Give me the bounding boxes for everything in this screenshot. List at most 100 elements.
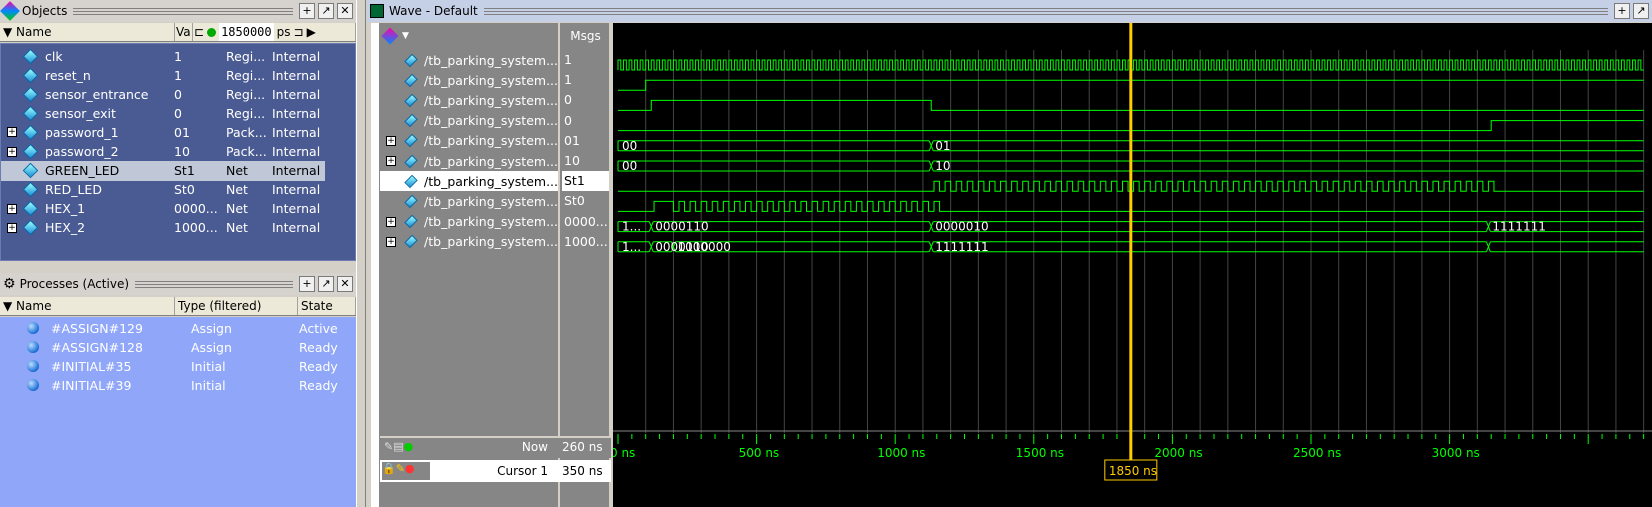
add-wave-icon[interactable] xyxy=(381,27,399,45)
axis-tick-label: 500 ns xyxy=(739,446,780,460)
object-row[interactable]: + password_1 01 Pack... Internal xyxy=(1,122,325,142)
wave-signal-row[interactable]: /tb_parking_system... xyxy=(380,111,558,131)
gear-icon: ⚙ xyxy=(3,276,16,292)
undock-icon[interactable]: ↗ xyxy=(318,3,334,19)
signal-path: /tb_parking_system... xyxy=(424,113,558,129)
drag-grip[interactable] xyxy=(135,280,293,288)
object-name: sensor_entrance xyxy=(45,86,149,102)
expand-icon[interactable]: + xyxy=(386,216,396,227)
object-name: password_1 xyxy=(45,124,119,140)
play-icon[interactable]: ▶ xyxy=(307,23,316,41)
expand-icon[interactable]: + xyxy=(7,203,17,214)
signal-icon xyxy=(404,53,418,67)
close-icon[interactable]: ✕ xyxy=(337,3,353,19)
wave-signal-row[interactable]: + /tb_parking_system... xyxy=(380,232,558,252)
object-row[interactable]: + HEX_1 0000... Net Internal xyxy=(1,199,325,219)
col-name[interactable]: ▼ Name xyxy=(0,23,175,41)
expand-icon[interactable]: + xyxy=(386,236,396,247)
process-row[interactable]: #INITIAL#39 Initial Ready xyxy=(1,375,351,395)
process-state: Active xyxy=(299,320,338,336)
object-scope: Internal xyxy=(272,201,321,217)
object-kind: Net xyxy=(226,163,248,179)
col-state[interactable]: State xyxy=(298,297,356,315)
time-unit[interactable]: ps xyxy=(277,23,291,41)
col-type[interactable]: Type (filtered) xyxy=(175,297,298,315)
wave-signal-row[interactable]: /tb_parking_system... xyxy=(380,50,558,70)
splitter[interactable] xyxy=(356,0,366,507)
process-name: #ASSIGN#128 xyxy=(51,339,143,355)
bus-value: 0000110 xyxy=(655,220,708,234)
object-row[interactable]: reset_n 1 Regi... Internal xyxy=(1,65,325,85)
process-type: Assign xyxy=(191,320,232,336)
undock-icon[interactable]: ↗ xyxy=(1633,3,1649,19)
object-scope: Internal xyxy=(272,67,321,83)
signal-path: /tb_parking_system... xyxy=(424,52,558,68)
drag-grip[interactable] xyxy=(73,7,293,15)
waveform-canvas[interactable]: 00 0100 101... 0000110 0000010 11111111... 000… xyxy=(613,23,1652,507)
msgs-header: Msgs xyxy=(570,29,601,43)
wave-signal-row[interactable]: /tb_parking_system... xyxy=(380,171,558,192)
wave-signal-row[interactable]: /tb_parking_system... xyxy=(380,90,558,110)
step-back-icon[interactable]: ⊏ xyxy=(194,23,204,41)
bus-transition xyxy=(648,241,654,252)
close-icon[interactable]: ✕ xyxy=(337,276,353,292)
object-name: sensor_exit xyxy=(45,105,116,121)
process-name: #ASSIGN#129 xyxy=(51,320,143,336)
object-value: 1 xyxy=(174,48,182,64)
process-row[interactable]: #ASSIGN#128 Assign Ready xyxy=(1,337,351,357)
drag-grip[interactable] xyxy=(483,7,1609,15)
cursor-label[interactable]: Cursor 1 xyxy=(380,464,548,478)
wave-signal-row[interactable]: /tb_parking_system... xyxy=(380,70,558,90)
object-kind: Regi... xyxy=(226,48,266,64)
add-icon[interactable]: + xyxy=(299,276,315,292)
signal-icon xyxy=(404,154,418,168)
object-value: 01 xyxy=(174,124,190,140)
object-row[interactable]: GREEN_LED St1 Net Internal xyxy=(1,160,325,181)
process-row[interactable]: #ASSIGN#129 Assign Active xyxy=(1,318,351,338)
process-type: Initial xyxy=(191,377,226,393)
object-kind: Regi... xyxy=(226,86,266,102)
process-icon xyxy=(27,379,39,391)
undock-icon[interactable]: ↗ xyxy=(318,276,334,292)
expand-icon[interactable]: + xyxy=(7,146,17,157)
signal-icon xyxy=(22,162,39,179)
wave-signal-row[interactable]: + /tb_parking_system... xyxy=(380,131,558,151)
expand-icon[interactable]: + xyxy=(386,156,396,166)
time-input[interactable]: 1850000 xyxy=(219,23,274,41)
object-row[interactable]: + password_2 10 Pack... Internal xyxy=(1,142,325,162)
add-icon[interactable]: + xyxy=(1614,3,1630,19)
wave-msg-value: St1 xyxy=(562,171,609,192)
bus-value: 1... xyxy=(622,240,641,254)
object-row[interactable]: sensor_exit 0 Regi... Internal xyxy=(1,103,325,123)
object-name: reset_n xyxy=(45,67,91,83)
wave-signal-row[interactable]: + /tb_parking_system... xyxy=(380,151,558,171)
process-row[interactable]: #INITIAL#35 Initial Ready xyxy=(1,356,351,376)
object-scope: Internal xyxy=(272,86,321,102)
process-state: Ready xyxy=(299,377,338,393)
wave-signal-row[interactable]: + /tb_parking_system... xyxy=(380,212,558,232)
signal-icon xyxy=(22,86,39,102)
object-row[interactable]: RED_LED St0 Net Internal xyxy=(1,180,325,200)
object-value: St1 xyxy=(174,163,195,179)
object-row[interactable]: sensor_entrance 0 Regi... Internal xyxy=(1,84,325,104)
processes-title: Processes (Active) xyxy=(19,277,130,291)
object-name: GREEN_LED xyxy=(45,163,120,179)
chevron-down-icon[interactable]: ▼ xyxy=(402,31,409,41)
process-name: #INITIAL#39 xyxy=(51,377,132,393)
cursor-value[interactable]: 350 ns xyxy=(562,464,603,478)
signal-icon xyxy=(404,214,418,229)
expand-icon[interactable]: + xyxy=(7,222,17,233)
object-row[interactable]: clk 1 Regi... Internal xyxy=(1,46,325,66)
step-forward-icon[interactable]: ⊐ xyxy=(294,23,304,41)
col-name[interactable]: ▼ Name xyxy=(0,297,175,315)
object-name: HEX_1 xyxy=(45,201,86,217)
expand-icon[interactable]: + xyxy=(386,135,396,146)
object-row[interactable]: + HEX_2 1000... Net Internal xyxy=(1,218,325,238)
wave-msg-value: 01 xyxy=(564,132,580,148)
signal-icon xyxy=(404,235,418,249)
add-icon[interactable]: + xyxy=(299,3,315,19)
col-value[interactable]: Va xyxy=(175,23,193,41)
time-control[interactable]: ⊏ 1850000 ps ⊐ ▶ xyxy=(193,23,356,41)
wave-signal-row[interactable]: /tb_parking_system... xyxy=(380,191,558,211)
expand-icon[interactable]: + xyxy=(7,127,17,138)
